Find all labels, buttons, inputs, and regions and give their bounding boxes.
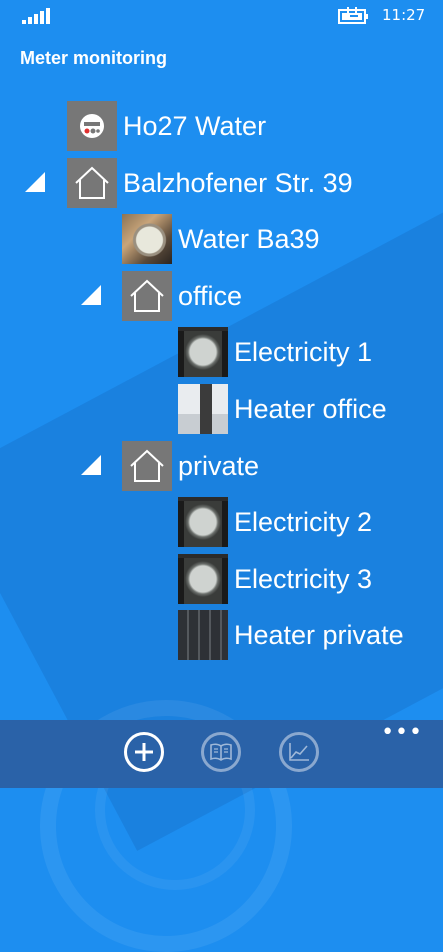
tree-item-electricity-3[interactable]: Electricity 3: [178, 554, 372, 604]
tree-item-heater-office[interactable]: Heater office: [178, 384, 387, 434]
expand-collapse-icon[interactable]: [25, 172, 45, 192]
house-icon: [122, 271, 172, 321]
tree-item-electricity-1[interactable]: Electricity 1: [178, 327, 372, 377]
tree-item-label: Ho27 Water: [123, 110, 267, 141]
tree-item-label: office: [178, 280, 243, 311]
signal-bars-icon: [22, 8, 50, 24]
more-button[interactable]: •••: [381, 722, 423, 744]
status-bar: 11:27: [0, 0, 443, 32]
heater-photo: [178, 384, 228, 434]
electricity-meter-photo: [178, 554, 228, 604]
expand-collapse-icon[interactable]: [81, 285, 101, 305]
chart-icon: [289, 743, 309, 761]
house-icon: [67, 158, 117, 208]
tree-item-label: Balzhofener Str. 39: [123, 167, 353, 198]
add-icon: [135, 743, 153, 761]
water-meter-photo: [122, 214, 172, 264]
tree-item-label: Electricity 1: [234, 336, 373, 367]
battery-charging-icon: [338, 7, 368, 24]
tree-item-label: Heater private: [234, 619, 404, 650]
tree-item-electricity-2[interactable]: Electricity 2: [178, 497, 372, 547]
tree-item-water-ba39[interactable]: Water Ba39: [122, 214, 320, 264]
tree-item-label: Water Ba39: [178, 223, 320, 254]
tree-item-office[interactable]: office: [122, 271, 242, 321]
tree-item-heater-private[interactable]: Heater private: [178, 610, 404, 660]
tree-item-label: private: [178, 450, 260, 481]
expand-collapse-icon[interactable]: [81, 455, 101, 475]
electricity-meter-photo: [178, 327, 228, 377]
tree-item-label: Heater office: [234, 393, 387, 424]
book-button[interactable]: [201, 732, 241, 772]
tree-item-balzhofener[interactable]: Balzhofener Str. 39: [67, 158, 353, 208]
electricity-meter-photo: [178, 497, 228, 547]
book-icon: [210, 743, 232, 761]
clock: 11:27: [382, 6, 426, 24]
chart-button[interactable]: [279, 732, 319, 772]
tree-item-label: Electricity 3: [234, 563, 373, 594]
add-button[interactable]: [124, 732, 164, 772]
house-icon: [122, 441, 172, 491]
page-title: Meter monitoring: [20, 48, 167, 68]
tree-item-ho27-water[interactable]: Ho27 Water: [67, 101, 266, 151]
tree-item-label: Electricity 2: [234, 506, 373, 537]
app-bar: •••: [0, 720, 443, 788]
heater-photo: [178, 610, 228, 660]
tree-item-private[interactable]: private: [122, 441, 259, 491]
meter-icon: [67, 101, 117, 151]
